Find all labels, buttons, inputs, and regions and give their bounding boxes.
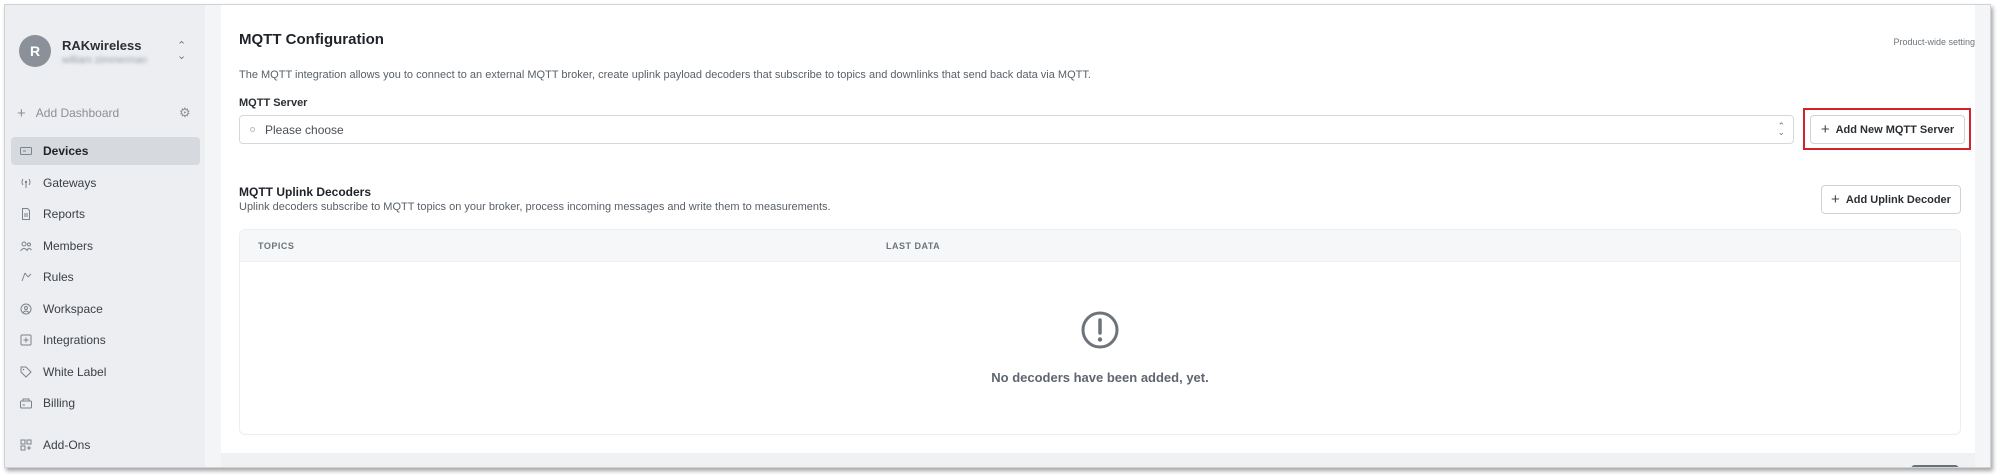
sidebar-item-gateways[interactable]: Gateways [11,169,200,197]
addons-icon [19,439,33,451]
sidebar: R RAKwireless william zimmerman ⌃ ⌄ + Add… [5,5,205,467]
add-uplink-decoder-label: Add Uplink Decoder [1845,193,1951,206]
add-dashboard-label: Add Dashboard [35,106,120,120]
column-header-topics[interactable]: TOPICS [258,241,294,251]
members-icon [19,240,33,252]
sidebar-item-members[interactable]: Members [11,232,200,260]
sidebar-item-label: Gateways [43,175,97,190]
sidebar-item-billing[interactable]: Billing [11,389,200,417]
sidebar-item-rules[interactable]: Rules [11,263,200,291]
sidebar-item-label: Integrations [43,333,106,347]
workspace-icon [19,303,33,315]
org-avatar: R [19,35,51,67]
help-button[interactable] [1911,465,1959,467]
sidebar-nav: Devices Gateways Reports Members Rules W… [11,137,200,462]
sidebar-item-white-label[interactable]: White Label [11,358,200,386]
main-content: MQTT Configuration Product-wide setting … [205,5,1990,467]
chevron-updown-icon: ⌃ ⌄ [1777,121,1785,137]
billing-icon [19,397,33,409]
mqtt-server-select[interactable]: Please choose ⌃ ⌄ [239,115,1794,144]
plus-icon: + [1831,191,1840,208]
add-mqtt-server-label: Add New MQTT Server [1835,123,1955,136]
sidebar-item-label: Billing [43,396,76,410]
sidebar-divider [11,421,200,431]
next-card-edge [221,453,1975,467]
table-header: TOPICS LAST DATA [240,230,1960,262]
sidebar-item-label: Workspace [43,301,103,316]
gateway-icon [19,177,33,189]
device-icon [19,145,33,157]
plus-icon: + [17,104,26,122]
decoders-description: Uplink decoders subscribe to MQTT topics… [239,201,831,213]
sidebar-item-label: White Label [43,364,107,379]
sidebar-item-label: Devices [43,144,89,158]
chevron-updown-icon[interactable]: ⌃ ⌄ [177,41,186,62]
mqtt-server-placeholder: Please choose [265,122,344,137]
column-header-last-data[interactable]: LAST DATA [886,241,940,251]
sidebar-item-label: Rules [43,270,74,284]
org-name: RAKwireless [62,38,142,53]
plus-icon: + [1820,121,1830,138]
app-window: R RAKwireless william zimmerman ⌃ ⌄ + Add… [4,4,1991,468]
org-user: william zimmerman [62,55,148,66]
status-dot-icon [250,127,255,132]
rules-icon [19,271,33,283]
sidebar-item-add-ons[interactable]: Add-Ons [11,431,200,459]
tag-icon [19,366,33,378]
product-wide-note: Product-wide setting [1893,37,1975,47]
page-title: MQTT Configuration [239,31,384,48]
sidebar-item-label: Reports [43,207,86,221]
exclamation-circle-icon [1081,311,1119,349]
sidebar-item-label: Members [43,238,94,253]
sidebar-item-integrations[interactable]: Integrations [11,326,200,354]
add-uplink-decoder-button[interactable]: + Add Uplink Decoder [1821,185,1961,214]
sidebar-item-reports[interactable]: Reports [11,200,200,228]
decoders-title: MQTT Uplink Decoders [239,185,372,199]
sidebar-item-label: Add-Ons [43,437,91,452]
empty-state-message: No decoders have been added, yet. [991,370,1209,385]
report-icon [19,208,33,220]
add-dashboard-button[interactable]: + Add Dashboard ⚙ [17,104,197,122]
mqtt-description: The MQTT integration allows you to conne… [239,69,1091,81]
mqtt-config-card: MQTT Configuration Product-wide setting … [221,5,1975,453]
org-switcher[interactable]: R RAKwireless william zimmerman ⌃ ⌄ [15,35,195,71]
mqtt-server-label: MQTT Server [239,97,308,109]
sidebar-item-workspace[interactable]: Workspace [11,295,200,323]
sidebar-item-devices[interactable]: Devices [11,137,200,165]
gear-icon[interactable]: ⚙ [179,105,191,121]
decoders-table: TOPICS LAST DATA No decoders have been a… [239,229,1961,435]
add-mqtt-server-button[interactable]: + Add New MQTT Server [1810,115,1965,144]
integrations-icon [19,334,33,346]
